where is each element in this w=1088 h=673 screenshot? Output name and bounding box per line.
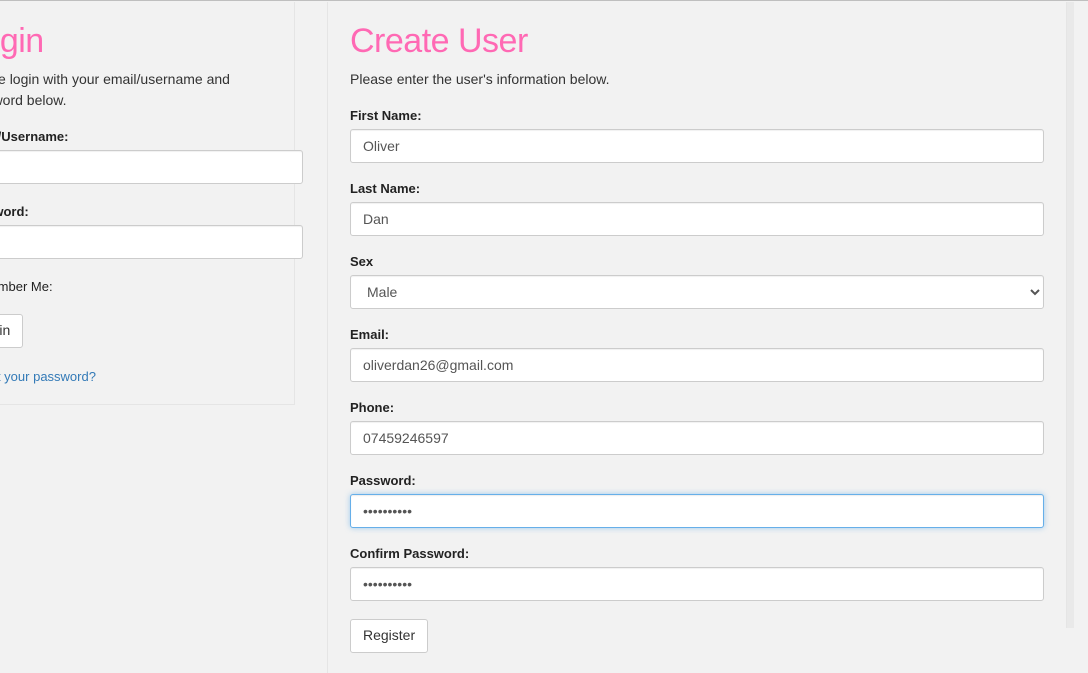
login-panel: Login Please login with your email/usern… <box>0 2 295 405</box>
login-username-group: Email/Username: <box>0 129 272 184</box>
last-name-input[interactable] <box>350 202 1044 236</box>
login-button[interactable]: Login <box>0 314 23 348</box>
last-name-label: Last Name: <box>350 181 1044 196</box>
right-scrollbar-track[interactable] <box>1067 2 1074 628</box>
forgot-password-link[interactable]: Forgot your password? <box>0 369 96 384</box>
login-subtitle: Please login with your email/username an… <box>0 69 272 111</box>
email-group: Email: <box>350 327 1044 382</box>
first-name-group: First Name: <box>350 108 1044 163</box>
login-remember-label: Remember Me: <box>0 279 272 294</box>
login-username-label: Email/Username: <box>0 129 272 144</box>
last-name-group: Last Name: <box>350 181 1044 236</box>
login-password-input[interactable] <box>0 225 303 259</box>
sex-label: Sex <box>350 254 1044 269</box>
login-remember-group: Remember Me: <box>0 279 272 294</box>
phone-label: Phone: <box>350 400 1044 415</box>
password-label: Password: <box>350 473 1044 488</box>
sex-select[interactable]: Male <box>350 275 1044 309</box>
password-group: Password: <box>350 473 1044 528</box>
login-title: Login <box>0 22 272 61</box>
phone-input[interactable] <box>350 421 1044 455</box>
email-label: Email: <box>350 327 1044 342</box>
create-user-title: Create User <box>350 22 1044 61</box>
confirm-password-group: Confirm Password: <box>350 546 1044 601</box>
register-button[interactable]: Register <box>350 619 428 653</box>
email-input[interactable] <box>350 348 1044 382</box>
login-username-input[interactable] <box>0 150 303 184</box>
phone-group: Phone: <box>350 400 1044 455</box>
first-name-label: First Name: <box>350 108 1044 123</box>
create-user-subtitle: Please enter the user's information belo… <box>350 69 1044 90</box>
sex-group: Sex Male <box>350 254 1044 309</box>
login-password-label: Password: <box>0 204 272 219</box>
confirm-password-label: Confirm Password: <box>350 546 1044 561</box>
first-name-input[interactable] <box>350 129 1044 163</box>
confirm-password-input[interactable] <box>350 567 1044 601</box>
login-button-group: Login <box>0 314 272 348</box>
create-user-panel: Create User Please enter the user's info… <box>327 2 1066 673</box>
password-input[interactable] <box>350 494 1044 528</box>
login-password-group: Password: <box>0 204 272 259</box>
